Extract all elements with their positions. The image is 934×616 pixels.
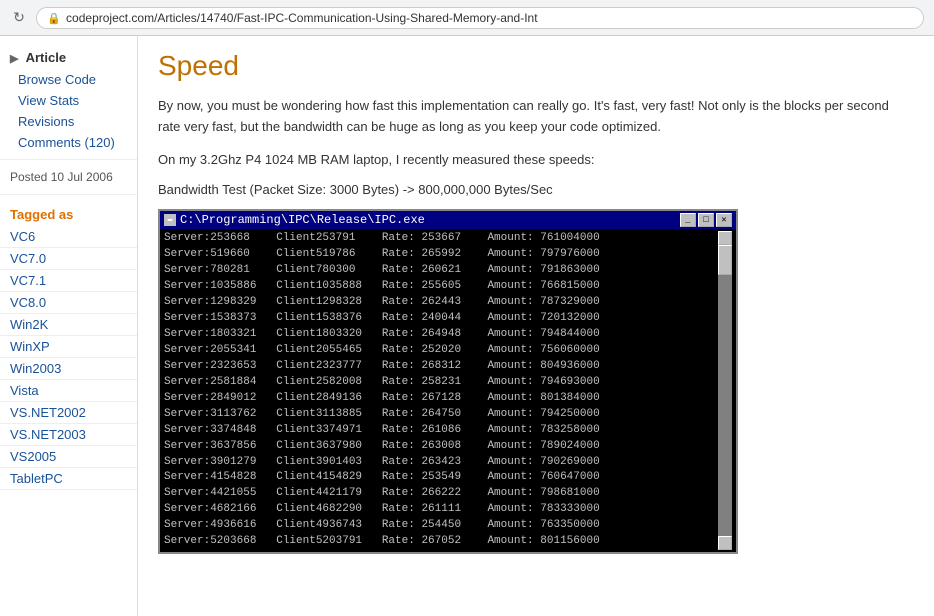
cmd-line: Server:3113762 Client3113885 Rate: 26475… <box>164 407 718 423</box>
cmd-body: Server:253668 Client253791 Rate: 253667 … <box>160 229 736 552</box>
cmd-line: Server:2323653 Client2323777 Rate: 26831… <box>164 359 718 375</box>
cmd-icon: ▬ <box>164 214 176 226</box>
cmd-line: Server:519660 Client519786 Rate: 265992 … <box>164 247 718 263</box>
comments-link[interactable]: Comments (120) <box>0 132 137 153</box>
cmd-close-button[interactable]: ✕ <box>716 213 732 227</box>
lock-icon: 🔒 <box>47 13 61 25</box>
cmd-line: Server:3901279 Client3901403 Rate: 26342… <box>164 455 718 471</box>
bandwidth-text: Bandwidth Test (Packet Size: 3000 Bytes)… <box>158 182 914 197</box>
cmd-titlebar-left: ▬ C:\Programming\IPC\Release\IPC.exe <box>164 213 425 227</box>
url-text: codeproject.com/Articles/14740/Fast-IPC-… <box>66 11 538 25</box>
cmd-line: Server:4682166 Client4682290 Rate: 26111… <box>164 502 718 518</box>
sidebar-tag[interactable]: VC7.0 <box>0 248 137 270</box>
cmd-scroll-up[interactable]: ▲ <box>718 231 732 245</box>
cmd-line: Server:3374848 Client3374971 Rate: 26108… <box>164 423 718 439</box>
cmd-titlebar-buttons: _ □ ✕ <box>680 213 732 227</box>
cmd-line: Server:4154828 Client4154829 Rate: 25354… <box>164 470 718 486</box>
cmd-line: Server:5203668 Client5203791 Rate: 26705… <box>164 534 718 550</box>
sidebar-tag[interactable]: VC7.1 <box>0 270 137 292</box>
sidebar-divider <box>0 159 137 160</box>
revisions-link[interactable]: Revisions <box>0 111 137 132</box>
sidebar-tag[interactable]: Vista <box>0 380 137 402</box>
article-section-title: ▶ Article <box>0 44 137 69</box>
posted-date: Posted 10 Jul 2006 <box>0 166 137 188</box>
page-layout: ▶ Article Browse Code View Stats Revisio… <box>0 36 934 616</box>
cmd-scroll-thumb[interactable] <box>718 245 732 275</box>
sidebar-tag[interactable]: Win2003 <box>0 358 137 380</box>
cmd-title: C:\Programming\IPC\Release\IPC.exe <box>180 213 425 227</box>
browser-bar: ↻ 🔒 codeproject.com/Articles/14740/Fast-… <box>0 0 934 36</box>
cmd-line: Server:780281 Client780300 Rate: 260621 … <box>164 263 718 279</box>
cmd-line: Server:1298329 Client1298328 Rate: 26244… <box>164 295 718 311</box>
arrow-icon: ▶ <box>10 52 18 65</box>
sidebar-divider-2 <box>0 194 137 195</box>
sidebar-tag[interactable]: VS.NET2002 <box>0 402 137 424</box>
main-content: Speed By now, you must be wondering how … <box>138 36 934 616</box>
cmd-scroll-track[interactable] <box>718 245 732 536</box>
sidebar-tag[interactable]: VC6 <box>0 226 137 248</box>
speeds-paragraph: On my 3.2Ghz P4 1024 MB RAM laptop, I re… <box>158 150 914 171</box>
page-title: Speed <box>158 50 914 82</box>
cmd-window: ▬ C:\Programming\IPC\Release\IPC.exe _ □… <box>158 209 738 554</box>
cmd-line: Server:2849012 Client2849136 Rate: 26712… <box>164 391 718 407</box>
browse-code-link[interactable]: Browse Code <box>0 69 137 90</box>
cmd-restore-button[interactable]: □ <box>698 213 714 227</box>
cmd-line: Server:3637856 Client3637980 Rate: 26300… <box>164 439 718 455</box>
cmd-line: Server:2055341 Client2055465 Rate: 25202… <box>164 343 718 359</box>
tags-list: VC6VC7.0VC7.1VC8.0Win2KWinXPWin2003Vista… <box>0 226 137 490</box>
cmd-scrollbar[interactable]: ▲ ▼ <box>718 231 732 550</box>
sidebar-tag[interactable]: VC8.0 <box>0 292 137 314</box>
cmd-line: Server:1803321 Client1803320 Rate: 26494… <box>164 327 718 343</box>
cmd-text-area: Server:253668 Client253791 Rate: 253667 … <box>164 231 718 550</box>
cmd-line: Server:2581884 Client2582008 Rate: 25823… <box>164 375 718 391</box>
sidebar-tag[interactable]: WinXP <box>0 336 137 358</box>
sidebar-tag[interactable]: Win2K <box>0 314 137 336</box>
intro-paragraph: By now, you must be wondering how fast t… <box>158 96 914 138</box>
refresh-button[interactable]: ↻ <box>10 9 28 27</box>
cmd-titlebar: ▬ C:\Programming\IPC\Release\IPC.exe _ □… <box>160 211 736 229</box>
cmd-scroll-down[interactable]: ▼ <box>718 536 732 550</box>
sidebar-tag[interactable]: TabletPC <box>0 468 137 490</box>
cmd-minimize-button[interactable]: _ <box>680 213 696 227</box>
cmd-line: Server:4421055 Client4421179 Rate: 26622… <box>164 486 718 502</box>
cmd-line: Server:1538373 Client1538376 Rate: 24004… <box>164 311 718 327</box>
view-stats-link[interactable]: View Stats <box>0 90 137 111</box>
cmd-line: Server:253668 Client253791 Rate: 253667 … <box>164 231 718 247</box>
sidebar: ▶ Article Browse Code View Stats Revisio… <box>0 36 138 616</box>
cmd-line: Server:1035886 Client1035888 Rate: 25560… <box>164 279 718 295</box>
tagged-as-label: Tagged as <box>0 201 137 226</box>
sidebar-tag[interactable]: VS2005 <box>0 446 137 468</box>
url-bar[interactable]: 🔒 codeproject.com/Articles/14740/Fast-IP… <box>36 7 924 29</box>
cmd-line: Server:4936616 Client4936743 Rate: 25445… <box>164 518 718 534</box>
sidebar-tag[interactable]: VS.NET2003 <box>0 424 137 446</box>
